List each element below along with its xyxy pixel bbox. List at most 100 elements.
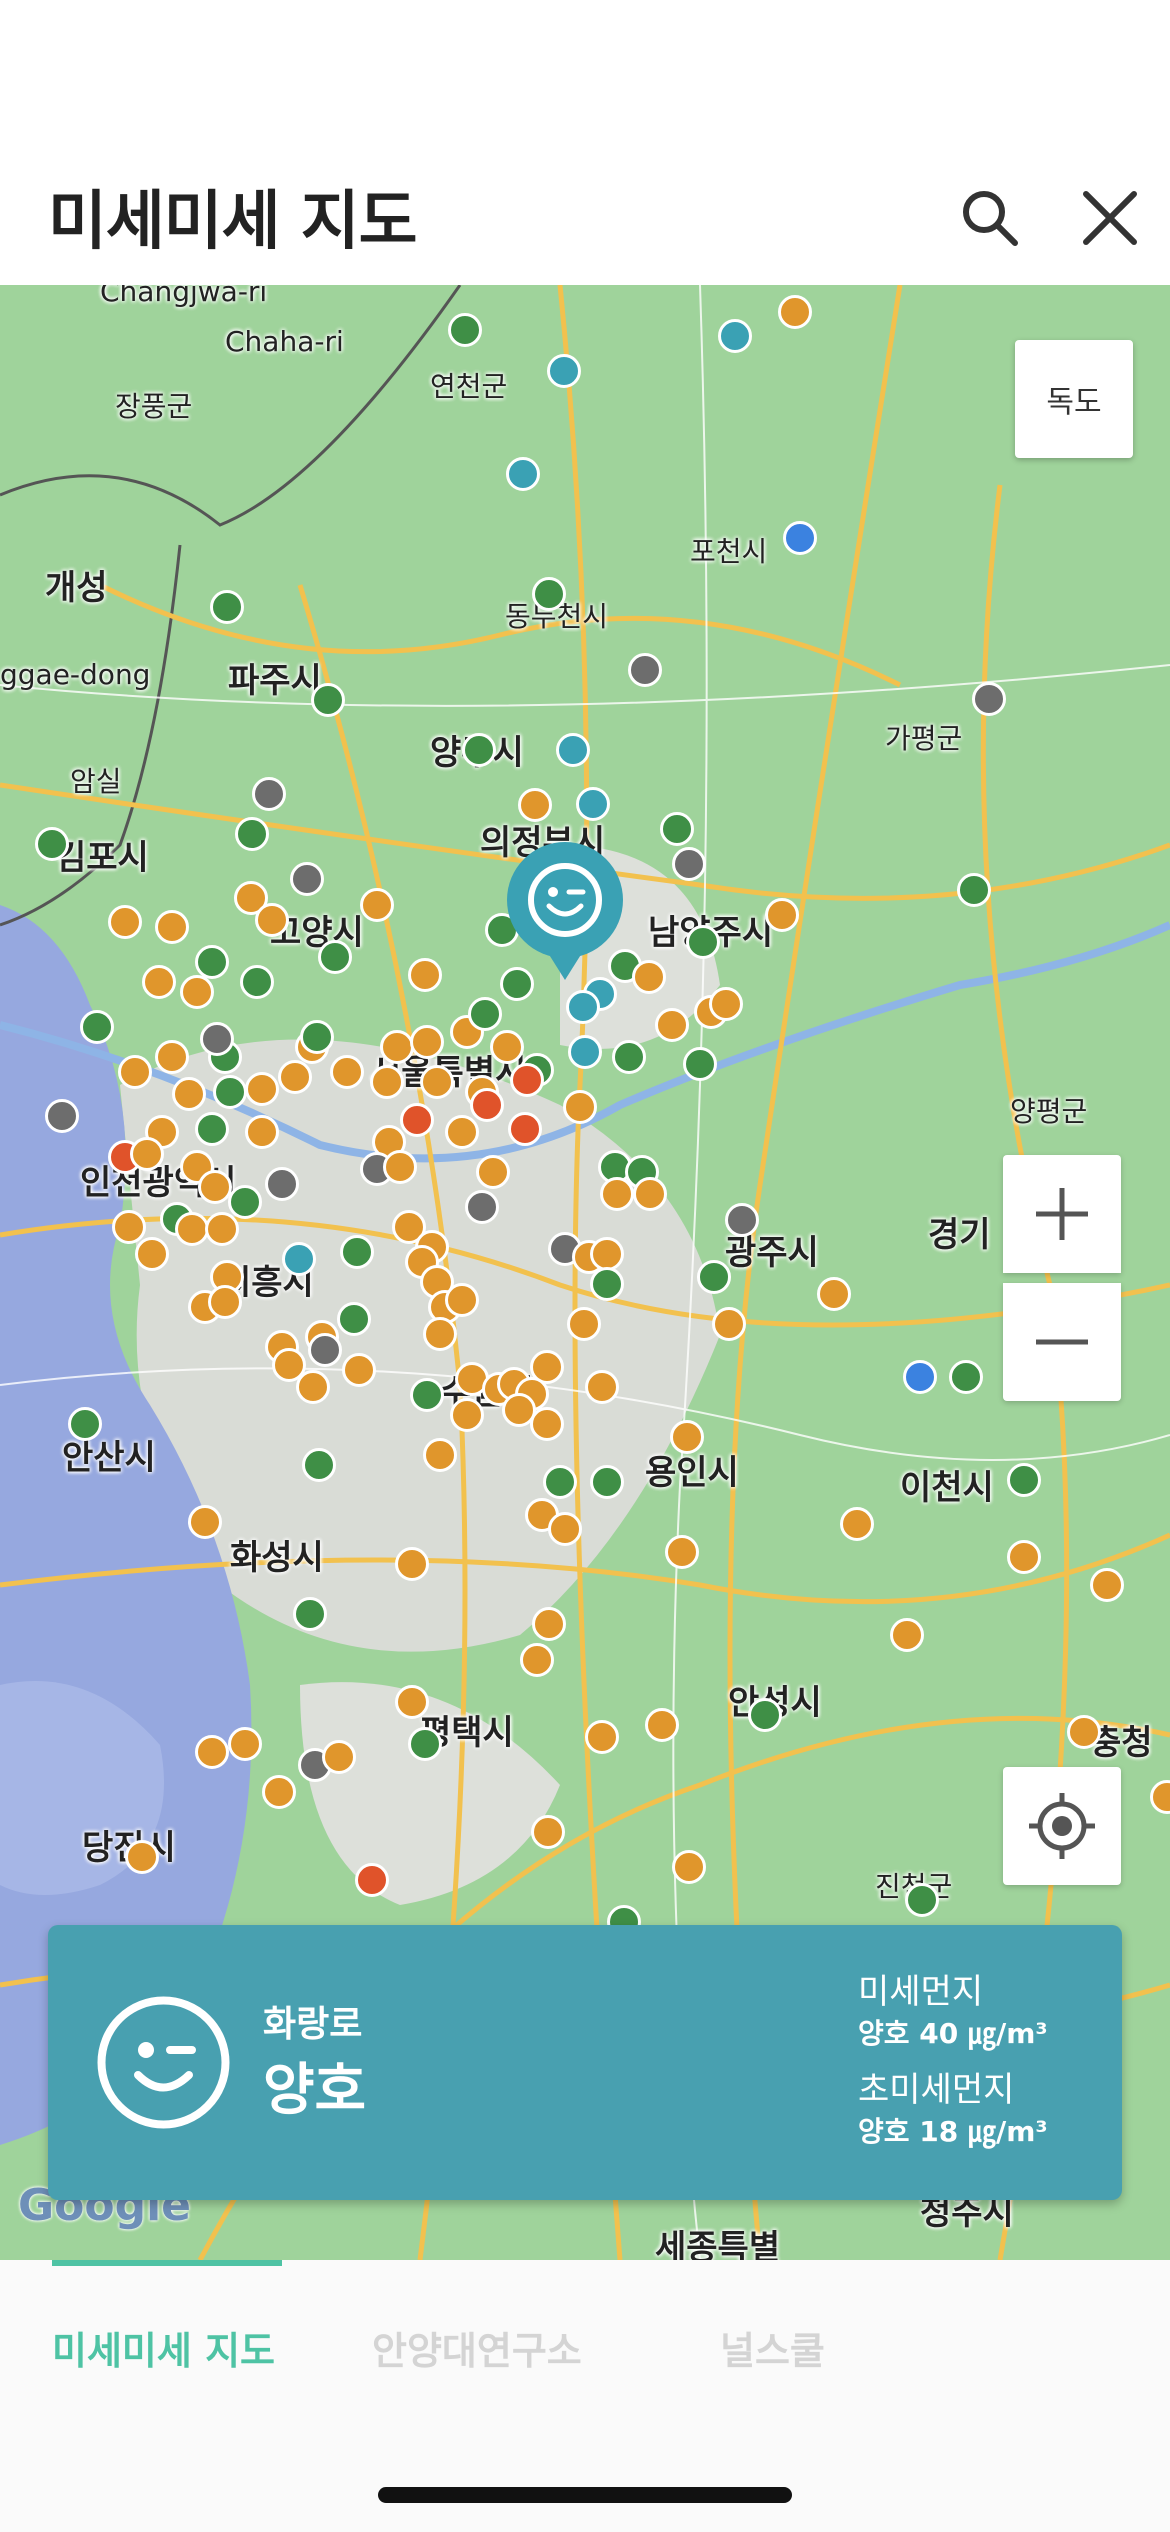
station-marker[interactable] — [778, 295, 812, 329]
station-marker[interactable] — [532, 1607, 566, 1641]
station-marker[interactable] — [282, 1242, 316, 1276]
station-marker[interactable] — [318, 940, 352, 974]
station-marker[interactable] — [547, 354, 581, 388]
station-marker[interactable] — [957, 873, 991, 907]
station-marker[interactable] — [228, 1185, 262, 1219]
station-marker[interactable] — [748, 1698, 782, 1732]
station-marker[interactable] — [360, 888, 394, 922]
station-marker[interactable] — [302, 1448, 336, 1482]
station-marker[interactable] — [380, 1030, 414, 1064]
station-marker[interactable] — [445, 1115, 479, 1149]
station-marker[interactable] — [718, 319, 752, 353]
station-marker[interactable] — [395, 1547, 429, 1581]
station-marker[interactable] — [245, 1115, 279, 1149]
station-marker[interactable] — [783, 521, 817, 555]
search-button[interactable] — [950, 178, 1030, 258]
station-marker[interactable] — [448, 313, 482, 347]
station-marker[interactable] — [576, 787, 610, 821]
station-marker[interactable] — [195, 1112, 229, 1146]
station-marker[interactable] — [265, 1167, 299, 1201]
station-marker[interactable] — [765, 898, 799, 932]
station-marker[interactable] — [208, 1285, 242, 1319]
station-marker[interactable] — [200, 1022, 234, 1056]
station-marker[interactable] — [68, 1407, 102, 1441]
station-marker[interactable] — [949, 1360, 983, 1394]
station-marker[interactable] — [278, 1060, 312, 1094]
station-marker[interactable] — [543, 1465, 577, 1499]
station-marker[interactable] — [118, 1055, 152, 1089]
zoom-out-button[interactable] — [1003, 1283, 1121, 1401]
station-marker[interactable] — [240, 965, 274, 999]
station-marker[interactable] — [80, 1010, 114, 1044]
station-marker[interactable] — [712, 1307, 746, 1341]
station-marker[interactable] — [420, 1065, 454, 1099]
station-marker[interactable] — [445, 1283, 479, 1317]
station-marker[interactable] — [337, 1302, 371, 1336]
station-marker[interactable] — [531, 1815, 565, 1849]
station-marker[interactable] — [112, 1210, 146, 1244]
station-marker[interactable] — [476, 1155, 510, 1189]
my-location-button[interactable] — [1003, 1767, 1121, 1885]
station-marker[interactable] — [195, 1735, 229, 1769]
station-marker[interactable] — [408, 958, 442, 992]
station-marker[interactable] — [568, 1035, 602, 1069]
station-marker[interactable] — [135, 1237, 169, 1271]
station-marker[interactable] — [530, 1407, 564, 1441]
station-marker[interactable] — [35, 827, 69, 861]
close-button[interactable] — [1070, 178, 1150, 258]
station-marker[interactable] — [590, 1237, 624, 1271]
station-marker[interactable] — [817, 1277, 851, 1311]
station-marker[interactable] — [142, 965, 176, 999]
station-marker[interactable] — [585, 1370, 619, 1404]
station-marker[interactable] — [400, 1103, 434, 1137]
station-marker[interactable] — [155, 910, 189, 944]
station-marker[interactable] — [180, 975, 214, 1009]
station-marker[interactable] — [245, 1072, 279, 1106]
station-marker[interactable] — [395, 1685, 429, 1719]
station-marker[interactable] — [590, 1465, 624, 1499]
station-marker[interactable] — [355, 1863, 389, 1897]
station-marker[interactable] — [683, 1047, 717, 1081]
station-marker[interactable] — [510, 1063, 544, 1097]
station-marker[interactable] — [709, 987, 743, 1021]
station-marker[interactable] — [340, 1235, 374, 1269]
station-marker[interactable] — [628, 653, 662, 687]
station-marker[interactable] — [130, 1137, 164, 1171]
station-marker[interactable] — [235, 817, 269, 851]
station-marker[interactable] — [296, 1370, 330, 1404]
station-marker[interactable] — [840, 1507, 874, 1541]
station-marker[interactable] — [660, 812, 694, 846]
station-marker[interactable] — [567, 1307, 601, 1341]
station-marker[interactable] — [423, 1317, 457, 1351]
station-marker[interactable] — [262, 1775, 296, 1809]
station-marker[interactable] — [548, 1512, 582, 1546]
zoom-in-button[interactable] — [1003, 1155, 1121, 1273]
station-marker[interactable] — [508, 1112, 542, 1146]
station-marker[interactable] — [172, 1077, 206, 1111]
station-marker[interactable] — [322, 1740, 356, 1774]
station-marker[interactable] — [300, 1020, 334, 1054]
station-marker[interactable] — [903, 1360, 937, 1394]
station-marker[interactable] — [566, 990, 600, 1024]
station-marker[interactable] — [198, 1170, 232, 1204]
station-marker[interactable] — [108, 905, 142, 939]
station-marker[interactable] — [255, 903, 289, 937]
station-marker[interactable] — [195, 945, 229, 979]
station-marker[interactable] — [470, 1088, 504, 1122]
station-marker[interactable] — [890, 1618, 924, 1652]
tab-dust-map[interactable]: 미세미세 지도 — [52, 2320, 275, 2375]
selected-station-pin[interactable] — [505, 840, 625, 990]
station-marker[interactable] — [585, 1720, 619, 1754]
station-marker[interactable] — [125, 1840, 159, 1874]
station-marker[interactable] — [205, 1212, 239, 1246]
station-marker[interactable] — [450, 1398, 484, 1432]
station-marker[interactable] — [905, 1883, 939, 1917]
station-marker[interactable] — [665, 1535, 699, 1569]
station-marker[interactable] — [563, 1090, 597, 1124]
station-marker[interactable] — [655, 1008, 689, 1042]
tab-nullschool[interactable]: 널스쿨 — [720, 2320, 825, 2375]
station-marker[interactable] — [423, 1438, 457, 1472]
station-marker[interactable] — [1007, 1463, 1041, 1497]
station-marker[interactable] — [972, 682, 1006, 716]
station-marker[interactable] — [410, 1025, 444, 1059]
